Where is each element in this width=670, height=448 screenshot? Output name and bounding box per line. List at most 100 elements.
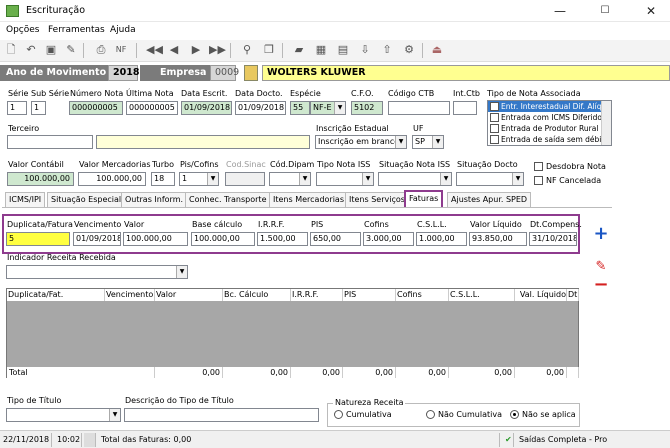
tipo-nota-option-3[interactable]: Entrada de saída sem débito	[501, 135, 601, 144]
nao-aplica-radio[interactable]	[510, 410, 519, 419]
add-fatura-button[interactable]: +	[592, 225, 610, 244]
empresa-code[interactable]: 0009	[210, 65, 239, 81]
numero-field[interactable]: 000000005	[69, 101, 123, 115]
previous-record-icon[interactable]: ◀	[167, 43, 181, 57]
tipo-nota-scrollbar[interactable]	[601, 101, 611, 145]
undo-icon[interactable]: ↶	[24, 43, 38, 57]
descricao-field[interactable]	[124, 408, 319, 422]
tipo-nota-option-0[interactable]: Entr. Interestadual Dif. Alíq.	[501, 102, 601, 111]
grid-header-pis[interactable]: PIS	[343, 289, 396, 301]
grid-header-duplicata[interactable]: Duplicata/Fat.	[7, 289, 105, 301]
intctb-field[interactable]	[453, 101, 477, 115]
calculator-icon[interactable]: ▦	[314, 43, 328, 57]
grid-header-val-liquido[interactable]: Val. Líquido	[515, 289, 567, 301]
serie-field[interactable]: 1	[7, 101, 27, 115]
tab-icms-ipi[interactable]: ICMS/IPI	[5, 192, 46, 207]
tab-ajustes-sped[interactable]: Ajustes Apur. SPED	[447, 192, 532, 207]
chevron-down-icon[interactable]: ▼	[362, 173, 373, 185]
grid-header-irrf[interactable]: I.R.R.F.	[291, 289, 343, 301]
maximize-button[interactable]: ☐	[590, 2, 620, 20]
especie-code-field[interactable]: 55	[290, 101, 310, 115]
tipo-iss-select[interactable]: ▼	[316, 172, 374, 186]
chevron-down-icon[interactable]: ▼	[299, 173, 310, 185]
folder-icon[interactable]: ▰	[292, 43, 306, 57]
chevron-down-icon[interactable]: ▼	[512, 173, 523, 185]
dipam-select[interactable]: ▼	[269, 172, 311, 186]
valor-field[interactable]: 100.000,00	[123, 232, 188, 246]
exit-icon[interactable]: ⏏	[430, 43, 444, 57]
data-docto-field[interactable]: 01/09/2018	[235, 101, 286, 115]
contabil-field[interactable]: 100.000,00	[7, 172, 74, 186]
mercadorias-field[interactable]: 100.000,00	[78, 172, 146, 186]
chevron-down-icon[interactable]: ▼	[109, 409, 120, 421]
subserie-field[interactable]: 1	[31, 101, 46, 115]
new-document-icon[interactable]: 🗋	[4, 43, 18, 57]
inscricao-select[interactable]: Inscrição em branco ▼	[315, 135, 407, 149]
indicador-select[interactable]: ▼	[6, 265, 188, 279]
search-icon[interactable]: ⚲	[240, 43, 254, 57]
minimize-button[interactable]: —	[545, 2, 575, 20]
faturas-grid[interactable]: Duplicata/Fat. Vencimento Valor Bc. Cálc…	[6, 288, 579, 378]
next-record-icon[interactable]: ▶	[189, 43, 203, 57]
remove-fatura-button[interactable]: −	[592, 276, 610, 296]
last-record-icon[interactable]: ▶▶	[209, 43, 226, 57]
cumulativa-radio[interactable]	[334, 410, 343, 419]
tipo-nota-option-1[interactable]: Entrada com ICMS Diferido	[501, 113, 601, 122]
uf-select[interactable]: SP ▼	[412, 135, 444, 149]
tipo-nota-checkbox-3[interactable]	[490, 135, 499, 144]
ano-value[interactable]: 2018	[108, 65, 139, 81]
tipo-nota-option-2[interactable]: Entrada de Produtor Rural	[501, 124, 601, 133]
grid-header-csll[interactable]: C.S.L.L.	[449, 289, 515, 301]
nfe-icon[interactable]: NF	[114, 43, 128, 57]
turbo-field[interactable]: 18	[151, 172, 175, 186]
csll-field[interactable]: 1.000,00	[416, 232, 467, 246]
pis-field[interactable]: 650,00	[310, 232, 361, 246]
liquido-field[interactable]: 93.850,00	[469, 232, 527, 246]
piscofins-select[interactable]: 1 ▼	[179, 172, 219, 186]
save-icon[interactable]: ▣	[44, 43, 58, 57]
chevron-down-icon[interactable]: ▼	[334, 102, 345, 114]
tab-itens-mercadorias[interactable]: Itens Mercadorias	[269, 192, 348, 207]
close-button[interactable]: ✕	[636, 2, 666, 20]
print-icon[interactable]: ⎙	[94, 43, 108, 57]
tipo-titulo-select[interactable]: ▼	[6, 408, 121, 422]
import-icon[interactable]: ⇩	[358, 43, 372, 57]
chevron-down-icon[interactable]: ▼	[432, 136, 443, 148]
grid-header-bc-calculo[interactable]: Bc. Cálculo	[223, 289, 291, 301]
venc-field[interactable]: 01/09/2018	[73, 232, 121, 246]
tab-conhec-transporte[interactable]: Conhec. Transporte	[185, 192, 271, 207]
chevron-down-icon[interactable]: ▼	[395, 136, 406, 148]
sit-docto-select[interactable]: ▼	[456, 172, 524, 186]
terceiro-code-field[interactable]	[7, 135, 93, 149]
dup-field[interactable]: 5	[6, 232, 70, 246]
sit-iss-select[interactable]: ▼	[378, 172, 452, 186]
report-icon[interactable]: ▤	[336, 43, 350, 57]
desdobra-checkbox[interactable]	[534, 162, 543, 171]
tipo-nota-list[interactable]: Entr. Interestadual Dif. Alíq. Entrada c…	[487, 100, 612, 146]
delete-icon[interactable]: ✎	[64, 43, 78, 57]
dtcomp-field[interactable]: 31/10/2018	[529, 232, 577, 246]
ctb-field[interactable]	[388, 101, 450, 115]
chevron-down-icon[interactable]: ▼	[440, 173, 451, 185]
grid-header-cofins[interactable]: Cofins	[396, 289, 449, 301]
menu-ajuda[interactable]: Ajuda	[110, 25, 136, 35]
tab-outras-inform[interactable]: Outras Inform.	[121, 192, 188, 207]
grid-header-vencimento[interactable]: Vencimento	[105, 289, 155, 301]
chevron-down-icon[interactable]: ▼	[207, 173, 218, 185]
copy-icon[interactable]: ❐	[262, 43, 276, 57]
irrf-field[interactable]: 1.500,00	[257, 232, 308, 246]
grid-header-valor[interactable]: Valor	[155, 289, 223, 301]
tipo-nota-checkbox-1[interactable]	[490, 113, 499, 122]
grid-header-dt-comp[interactable]: Dt C	[567, 289, 579, 301]
base-field[interactable]: 100.000,00	[191, 232, 255, 246]
tab-itens-servicos[interactable]: Itens Serviços	[345, 192, 409, 207]
first-record-icon[interactable]: ◀◀	[146, 43, 163, 57]
tipo-nota-checkbox-2[interactable]	[490, 124, 499, 133]
settings-icon[interactable]: ⚙	[402, 43, 416, 57]
chevron-down-icon[interactable]: ▼	[176, 266, 187, 278]
tipo-nota-checkbox-0[interactable]	[490, 102, 499, 111]
cofins-field[interactable]: 3.000,00	[363, 232, 414, 246]
cancelada-checkbox[interactable]	[534, 176, 543, 185]
export-icon[interactable]: ⇧	[380, 43, 394, 57]
data-escrit-field[interactable]: 01/09/2018	[181, 101, 232, 115]
